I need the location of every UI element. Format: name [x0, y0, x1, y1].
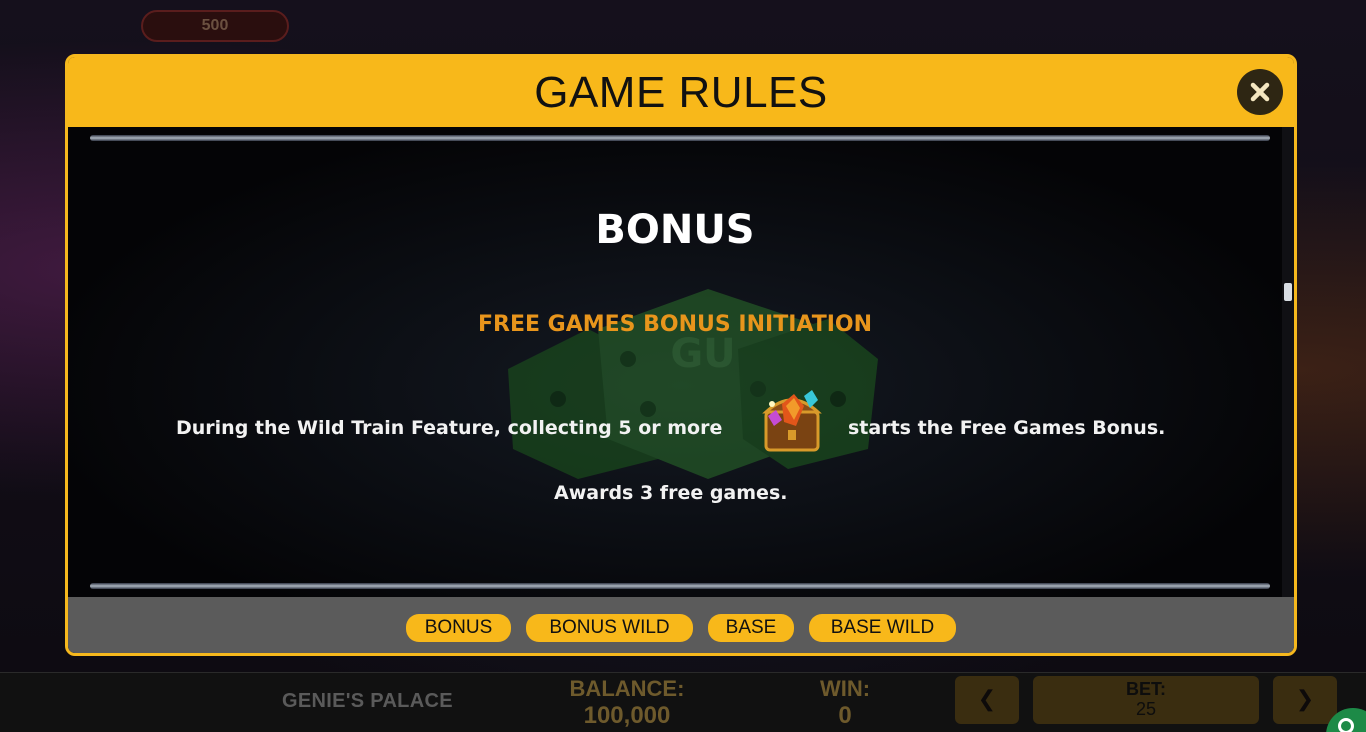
close-icon [1250, 82, 1270, 102]
modal-title: GAME RULES [534, 68, 828, 117]
bet-value: 25 [1135, 699, 1157, 719]
section-heading: BONUS [595, 207, 755, 253]
bet-decrease-button[interactable]: ❮ [955, 676, 1019, 724]
balance-label: BALANCE: [569, 676, 685, 701]
tab-base[interactable]: BASE [708, 614, 794, 642]
subheading: FREE GAMES BONUS INITIATION [477, 312, 873, 337]
background-value-pill: 500 [141, 10, 289, 42]
rule-text-line-1-end: starts the Free Games Bonus. [848, 417, 1166, 439]
balance-value: 100,000 [583, 702, 671, 729]
modal-header: GAME RULES [68, 57, 1294, 127]
scrollbar-thumb[interactable] [1284, 283, 1292, 301]
win-label: WIN: [819, 676, 871, 701]
rules-tab-bar: BONUS BONUS WILD BASE BASE WILD [68, 597, 1294, 653]
svg-text:GU: GU [670, 331, 735, 377]
bet-label: BET: [1126, 679, 1166, 699]
top-divider-rail [90, 135, 1270, 141]
win-value: 0 [838, 702, 852, 729]
game-name: GENIE'S PALACE [282, 690, 453, 712]
jewel-chest-icon [762, 390, 822, 452]
game-rules-modal: GAME RULES GU BONUS FREE GAMES BONUS INI… [65, 54, 1297, 656]
rule-text-line-2: Awards 3 free games. [554, 482, 788, 504]
bottom-divider-rail [90, 583, 1270, 589]
tab-bonus[interactable]: BONUS [406, 614, 511, 642]
rule-text-line-1: During the Wild Train Feature, collectin… [176, 417, 723, 439]
bet-display: BET: 25 [1033, 676, 1259, 724]
close-button[interactable] [1237, 69, 1283, 115]
bet-increase-button[interactable]: ❯ [1273, 676, 1337, 724]
tab-bonus-wild[interactable]: BONUS WILD [526, 614, 693, 642]
tab-base-wild[interactable]: BASE WILD [809, 614, 956, 642]
rules-content[interactable]: GU BONUS FREE GAMES BONUS INITIATION Dur… [68, 127, 1294, 597]
scrollbar-track[interactable] [1282, 127, 1294, 597]
chat-icon [1338, 718, 1354, 732]
